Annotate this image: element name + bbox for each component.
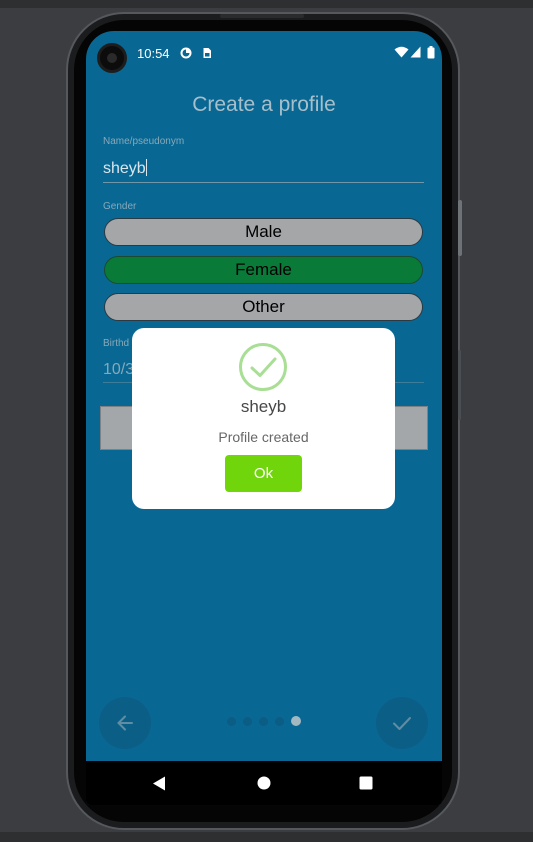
gender-option-female[interactable]: Female <box>104 256 423 284</box>
ok-button[interactable]: Ok <box>225 455 302 492</box>
system-nav-bar <box>86 761 442 805</box>
profile-created-dialog: sheyb Profile created Ok <box>132 328 395 509</box>
sync-icon <box>180 47 192 59</box>
birthdate-label: Birthd <box>103 338 130 349</box>
name-label: Name/pseudonym <box>103 136 185 147</box>
window-bottom-bar <box>0 832 533 842</box>
name-input[interactable]: sheyb <box>103 159 424 183</box>
signal-icon <box>410 46 421 58</box>
check-circle-icon <box>239 343 287 391</box>
page-dot[interactable] <box>227 717 236 726</box>
volume-button[interactable] <box>458 350 461 420</box>
back-triangle-icon[interactable] <box>152 776 166 791</box>
page-title: Create a profile <box>192 93 336 116</box>
page-dot[interactable] <box>275 717 284 726</box>
page-dot[interactable] <box>259 717 268 726</box>
text-caret <box>145 159 147 176</box>
gender-option-other[interactable]: Other <box>104 293 423 321</box>
status-time: 10:54 <box>137 46 170 61</box>
done-button[interactable] <box>376 697 428 749</box>
sim-icon <box>203 48 211 58</box>
back-button[interactable] <box>99 697 151 749</box>
front-camera <box>97 43 127 73</box>
gender-option-male[interactable]: Male <box>104 218 423 246</box>
page-indicator <box>227 716 307 726</box>
recents-square-icon[interactable] <box>359 776 373 790</box>
name-value: sheyb <box>103 160 146 177</box>
status-bar: 10:54 <box>86 31 442 77</box>
check-icon <box>393 717 411 730</box>
arrow-left-icon <box>117 715 133 731</box>
window-top-bar <box>0 0 533 8</box>
birthdate-value: 10/3 <box>103 361 135 378</box>
page-dot-active[interactable] <box>291 716 301 726</box>
dialog-message: Profile created <box>218 429 309 445</box>
dialog-title: sheyb <box>240 397 287 416</box>
gender-label: Gender <box>103 201 137 212</box>
home-circle-icon[interactable] <box>257 776 271 790</box>
speaker-grille <box>220 14 304 18</box>
battery-icon <box>427 46 435 59</box>
page-dot[interactable] <box>243 717 252 726</box>
wifi-icon <box>394 46 409 58</box>
power-button[interactable] <box>458 200 462 256</box>
